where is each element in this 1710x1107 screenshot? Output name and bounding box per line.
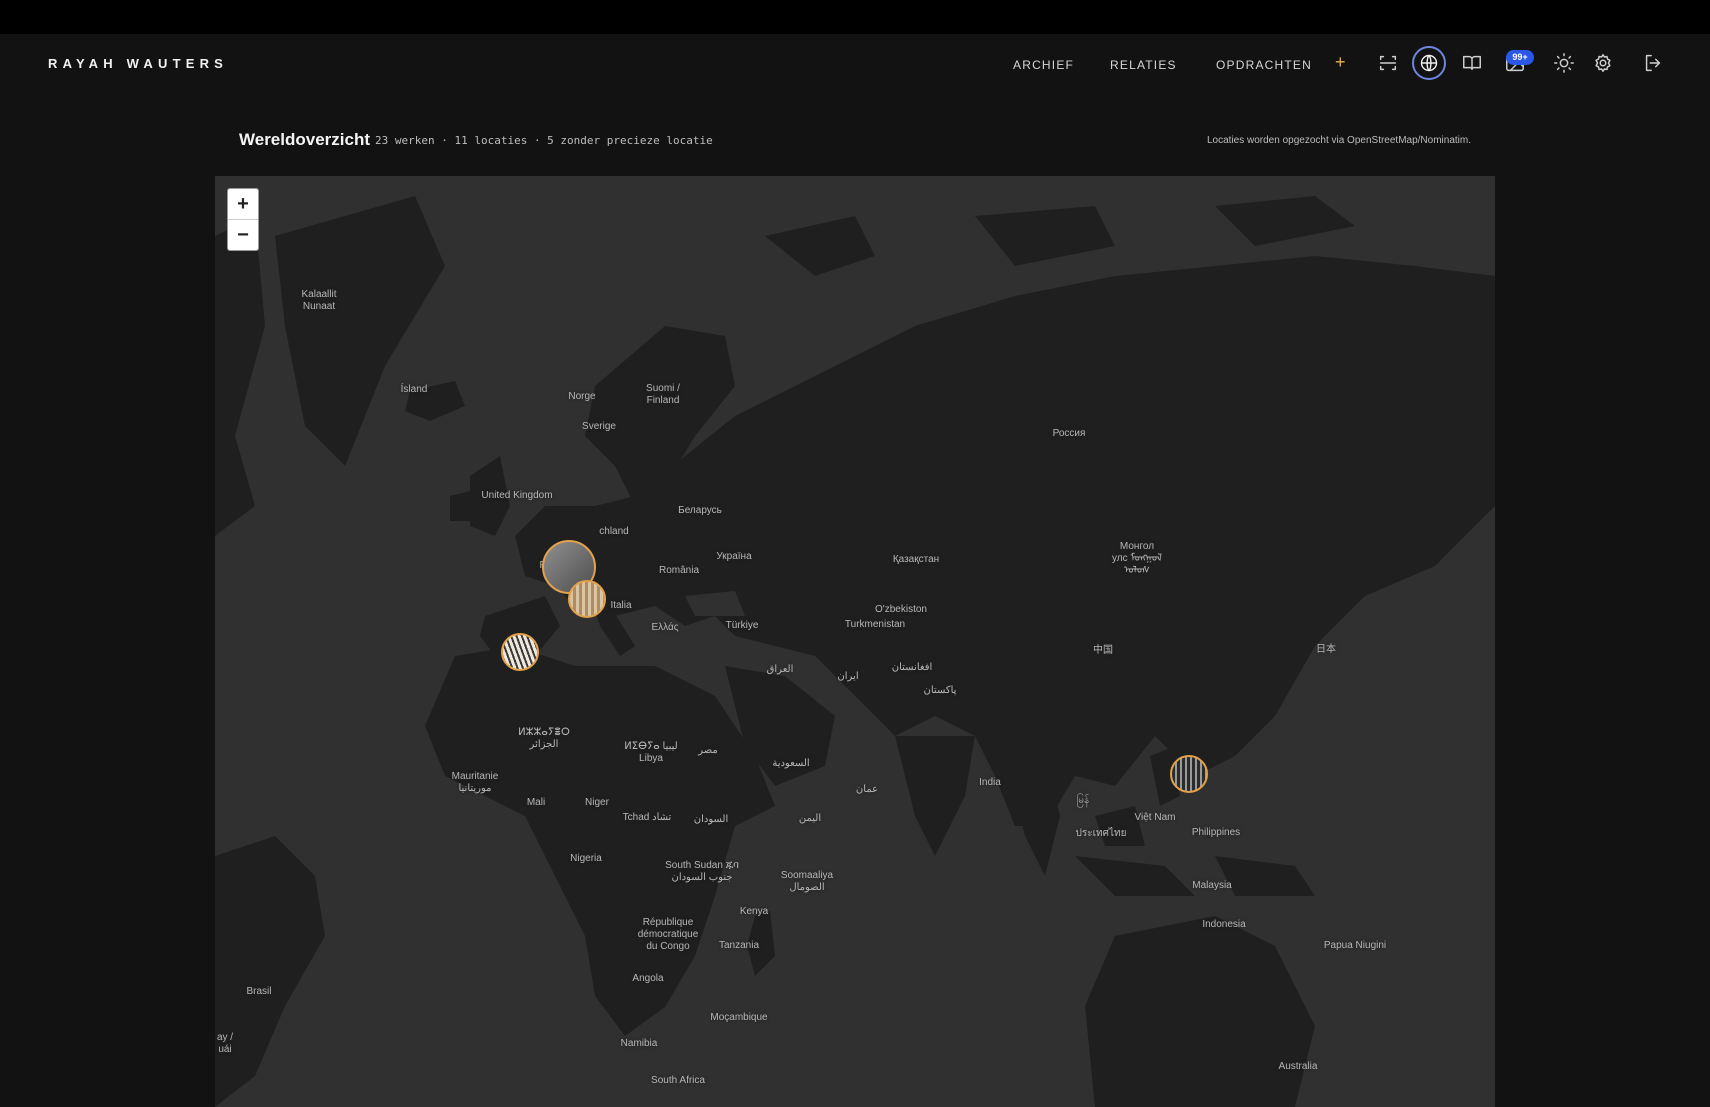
sun-icon[interactable] <box>1553 52 1575 74</box>
map-label: Россия <box>1052 428 1086 439</box>
top-strip <box>0 0 1710 34</box>
map-label: مصر <box>698 745 718 756</box>
map-label: မြန် <box>1076 795 1090 806</box>
map-label: Tanzania <box>718 940 760 951</box>
nav-opdrachten[interactable]: OPDRACHTEN <box>1216 58 1312 72</box>
zoom-control: + − <box>227 188 259 251</box>
map-label: Қазақстан <box>892 554 940 565</box>
brand-logo[interactable]: RAYAH WAUTERS <box>48 56 228 71</box>
map-label: Україна <box>716 551 752 562</box>
map-label: România <box>658 565 700 576</box>
map-label: Indonesia <box>1202 919 1246 930</box>
map-land <box>215 196 1495 1107</box>
map-label: Kenya <box>739 906 769 917</box>
map-label: العراق <box>766 664 794 675</box>
map-label: Brasil <box>246 986 272 997</box>
title-row: Wereldoverzicht 23 werken · 11 locaties … <box>239 130 1471 154</box>
map-label: Turkmenistan <box>844 619 906 630</box>
map-label: Kalaallit Nunaat <box>301 289 337 312</box>
map-label: Ísland <box>400 384 428 395</box>
map-label: ay / uái <box>216 1032 234 1055</box>
map-label: chland <box>599 526 629 537</box>
map-label: Mauritanie موريتانيا <box>451 771 499 794</box>
map-label: India <box>979 777 1001 788</box>
zoom-in-button[interactable]: + <box>228 189 258 219</box>
map-label: Việt Nam <box>1134 812 1176 823</box>
map-label: السودان <box>693 814 729 825</box>
map-label: Tchad تشاد <box>622 812 672 823</box>
map-label: South Africa <box>651 1075 705 1086</box>
globe-icon[interactable] <box>1412 46 1446 80</box>
map-label: 日本 <box>1316 644 1336 655</box>
map-label: South Sudan ጁባ جنوب السودان <box>665 860 739 883</box>
map-label: ⵍⵉⴱⵢⴰ ليبيا Libya <box>624 741 678 764</box>
map-label: Malaysia <box>1192 880 1232 891</box>
map-label: پاکستان <box>923 685 957 696</box>
map-label: Italia <box>610 600 632 611</box>
marker-central-europe[interactable] <box>568 580 606 618</box>
map-label: اليمن <box>798 813 822 824</box>
map-label: Nigeria <box>570 853 602 864</box>
notification-badge: 99+ <box>1506 50 1534 65</box>
map-label: Norge <box>568 391 596 402</box>
stats-summary: 23 werken · 11 locaties · 5 zonder preci… <box>375 134 713 147</box>
map-label: Australia <box>1278 1061 1318 1072</box>
map-label: 中国 <box>1093 645 1113 656</box>
map-label: O'zbekiston <box>875 604 927 615</box>
map-label: Philippines <box>1191 827 1241 838</box>
gear-icon[interactable] <box>1592 52 1614 74</box>
map-label: السعودية <box>772 758 810 769</box>
map-label: Sverige <box>582 421 616 432</box>
map-label: Soomaaliya الصومال <box>780 870 834 893</box>
map-label: Ελλάς <box>651 622 679 633</box>
marker-iberia[interactable] <box>501 633 539 671</box>
map-label: Монгол улс ᠮᠣᠩᠭᠣᠯ ᠤᠯᠤᠰ <box>1111 541 1163 576</box>
map-label: ایران <box>837 671 859 682</box>
map-label: République démocratique du Congo <box>637 917 699 952</box>
map-label: Namibia <box>620 1038 658 1049</box>
map-label: ประเทศไทย <box>1075 828 1127 839</box>
logout-icon[interactable] <box>1642 52 1664 74</box>
map-label: Беларусь <box>678 505 722 516</box>
scan-icon[interactable] <box>1377 52 1399 74</box>
nav-relaties[interactable]: RELATIES <box>1110 58 1177 72</box>
map-label: United Kingdom <box>481 490 553 501</box>
zoom-out-button[interactable]: − <box>228 220 258 250</box>
map-label: Mali <box>526 797 546 808</box>
map-label: Angola <box>632 973 664 984</box>
map-label: عمان <box>855 784 879 795</box>
map-label: ⵍⵣⵣⴰⵢⴻⵔ الجزائر <box>518 727 570 750</box>
add-button[interactable]: + <box>1335 52 1346 73</box>
map-label: Türkiye <box>725 620 759 631</box>
app-header: RAYAH WAUTERS ARCHIEF RELATIES OPDRACHTE… <box>0 34 1710 98</box>
map-label: Papua Niugini <box>1323 940 1387 951</box>
world-map[interactable]: + − Kalaallit Nunaat Ísland Norge Suomi / Fin… <box>215 176 1495 1107</box>
map-label: Moçambique <box>710 1012 768 1023</box>
map-label: افغانستان <box>891 662 933 673</box>
book-icon[interactable] <box>1461 52 1483 74</box>
marker-south-china[interactable] <box>1170 755 1208 793</box>
map-label: Suomi / Finland <box>646 383 680 406</box>
map-label: Niger <box>585 797 609 808</box>
page-title: Wereldoverzicht <box>239 130 371 149</box>
source-note: Locaties worden opgezocht via OpenStreet… <box>1206 135 1471 146</box>
nav-archief[interactable]: ARCHIEF <box>1013 58 1074 72</box>
